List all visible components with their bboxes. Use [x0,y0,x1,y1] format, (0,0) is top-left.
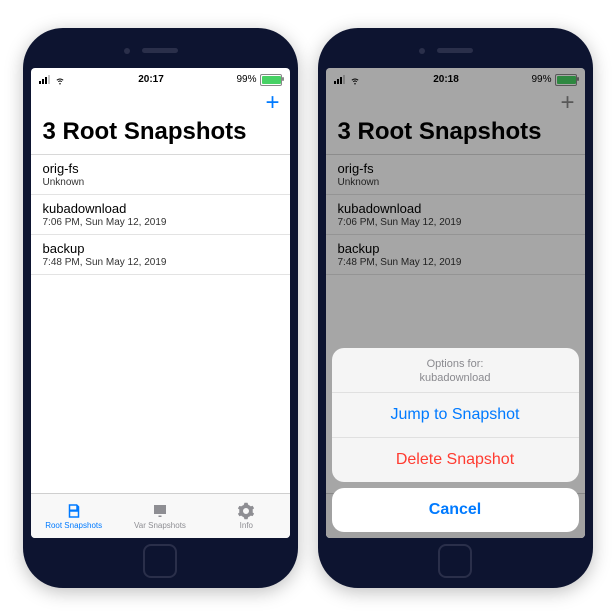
list-item[interactable]: backup 7:48 PM, Sun May 12, 2019 [31,235,290,275]
action-sheet-header: Options for: kubadownload [332,348,579,393]
status-time: 20:17 [138,74,164,85]
add-button[interactable]: + [265,91,279,115]
tab-var-snapshots[interactable]: Var Snapshots [117,494,203,538]
list-item[interactable]: orig-fs Unknown [31,155,290,195]
action-sheet-caption: Options for: [340,358,571,370]
speaker-slot [142,48,178,53]
action-sheet-target: kubadownload [340,372,571,384]
list-item-title: orig-fs [43,161,278,176]
tab-label: Var Snapshots [134,521,186,530]
list-item[interactable]: kubadownload 7:06 PM, Sun May 12, 2019 [31,195,290,235]
list-item-title: kubadownload [43,201,278,216]
home-button[interactable] [438,544,472,578]
tab-label: Info [240,521,253,530]
list-item-detail: Unknown [43,177,278,188]
nav-bar: + [31,90,290,116]
battery-icon [260,74,282,86]
tab-bar: Root Snapshots Var Snapshots Info [31,493,290,538]
signal-icon [39,75,50,84]
phone-right: 20:18 99% + 3 Root Snapshots orig-fs Unk… [318,28,593,588]
tab-root-snapshots[interactable]: Root Snapshots [31,494,117,538]
page-title: 3 Root Snapshots [31,116,290,155]
action-sheet: Options for: kubadownload Jump to Snapsh… [332,348,579,532]
list-item-detail: 7:48 PM, Sun May 12, 2019 [43,257,278,268]
list-item-title: backup [43,241,278,256]
cancel-button[interactable]: Cancel [332,488,579,532]
tab-info[interactable]: Info [203,494,289,538]
jump-to-snapshot-button[interactable]: Jump to Snapshot [332,393,579,438]
snapshot-list: orig-fs Unknown kubadownload 7:06 PM, Su… [31,155,290,493]
screen: 20:18 99% + 3 Root Snapshots orig-fs Unk… [326,68,585,538]
front-camera [124,48,130,54]
delete-snapshot-button[interactable]: Delete Snapshot [332,438,579,482]
list-item-detail: 7:06 PM, Sun May 12, 2019 [43,217,278,228]
monitor-icon [151,502,169,520]
wifi-icon [54,74,66,86]
phone-left: 20:17 99% + 3 Root Snapshots orig-fs Unk… [23,28,298,588]
front-camera [419,48,425,54]
home-button[interactable] [143,544,177,578]
battery-percent: 99% [236,74,256,85]
floppy-icon [65,502,83,520]
status-bar: 20:17 99% [31,68,290,90]
screen: 20:17 99% + 3 Root Snapshots orig-fs Unk… [31,68,290,538]
gear-icon [237,502,255,520]
speaker-slot [437,48,473,53]
action-sheet-group: Options for: kubadownload Jump to Snapsh… [332,348,579,482]
tab-label: Root Snapshots [45,521,102,530]
